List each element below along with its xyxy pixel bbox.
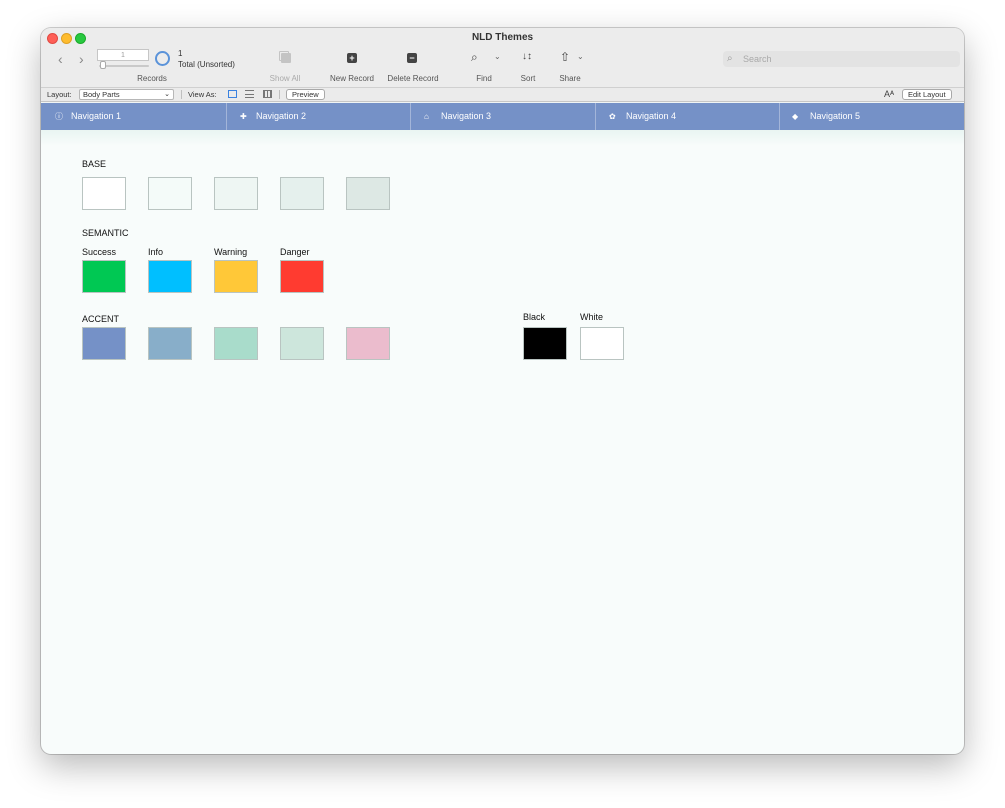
info-icon: ⓘ [55,112,63,121]
app-window: NLD Themes ‹ › 1 1 Total (Unsorted) Reco… [41,28,964,754]
nav-item-label: Navigation 3 [441,111,492,121]
record-progress-icon [155,51,170,66]
black-label: Black [523,312,546,322]
delete-record-button[interactable]: Delete Record [383,74,443,83]
edit-layout-button[interactable]: Edit Layout [902,89,952,100]
nav-item-5[interactable]: ◆ Navigation 5 [779,103,964,130]
search-placeholder: Search [743,54,772,64]
record-count: 1 [178,49,183,58]
text-format-icon[interactable]: Aᴬ [884,89,894,99]
base-swatch [280,177,324,210]
record-slider-track[interactable] [99,65,149,67]
warning-label: Warning [214,247,248,257]
view-as-label: View As: [188,90,217,99]
cube-icon: ◆ [792,112,799,121]
previous-record-icon[interactable]: ‹ [58,52,63,66]
navigation-bar: ⓘ Navigation 1 ✚ Navigation 2 ⌂ Navigati… [41,103,964,130]
danger-label: Danger [280,247,310,257]
search-input[interactable]: ⌕ Search [723,51,960,67]
danger-swatch [280,260,324,293]
nav-item-1[interactable]: ⓘ Navigation 1 [41,103,226,130]
view-as-table-icon[interactable] [263,90,272,98]
semantic-section-title: SEMANTIC [82,228,129,238]
sort-icon[interactable]: ↓↕ [522,50,532,64]
nav-item-2[interactable]: ✚ Navigation 2 [226,103,410,130]
search-icon: ⌕ [727,53,733,64]
record-slider-handle[interactable] [100,61,106,69]
success-label: Success [82,247,117,257]
base-section-title: BASE [82,159,107,169]
show-all-icon[interactable] [279,51,291,63]
accent-swatch [148,327,192,360]
layout-bar-divider [279,90,280,99]
share-icon[interactable]: ⇧ [560,50,570,64]
layout-label: Layout: [47,90,72,99]
gear-icon: ✿ [609,112,616,121]
new-record-button[interactable]: New Record [325,74,379,83]
title-bar: NLD Themes ‹ › 1 1 Total (Unsorted) Reco… [41,28,964,87]
delete-record-icon[interactable]: − [407,53,417,63]
record-total-label: Total (Unsorted) [178,60,235,69]
black-swatch [523,327,567,360]
accent-swatch [280,327,324,360]
base-swatch [148,177,192,210]
accent-swatch [346,327,390,360]
share-dropdown-chevron-icon[interactable]: ⌄ [577,52,584,61]
nav-item-4[interactable]: ✿ Navigation 4 [595,103,779,130]
find-button[interactable]: Find [473,74,495,83]
success-swatch [82,260,126,293]
accent-swatch [82,327,126,360]
sort-button[interactable]: Sort [517,74,539,83]
nav-item-3[interactable]: ⌂ Navigation 3 [410,103,595,130]
accent-section-title: ACCENT [82,314,120,324]
next-record-icon[interactable]: › [79,52,84,66]
layout-select-value: Body Parts [83,90,120,99]
accent-swatch [214,327,258,360]
base-swatch [82,177,126,210]
white-label: White [580,312,604,322]
view-as-form-icon[interactable] [228,90,237,98]
record-number-input[interactable]: 1 [97,49,149,61]
view-as-list-icon[interactable] [245,90,254,98]
info-swatch [148,260,192,293]
nav-item-label: Navigation 4 [626,111,677,121]
base-swatch [346,177,390,210]
nav-item-label: Navigation 2 [256,111,307,121]
home-icon: ⌂ [424,112,429,121]
chevron-down-icon: ⌄ [164,91,170,98]
window-title: NLD Themes [471,32,534,43]
find-dropdown-chevron-icon[interactable]: ⌄ [494,52,501,61]
layout-bar: Layout: Body Parts ⌄ View As: Preview Aᴬ… [41,87,964,102]
layout-bar-divider [181,90,182,99]
records-label: Records [137,74,167,83]
nav-item-label: Navigation 5 [810,111,861,121]
plus-icon: ✚ [240,112,247,121]
find-icon[interactable]: ⌕ [471,50,478,64]
preview-button[interactable]: Preview [286,89,325,100]
content-header-strip [41,130,964,146]
nav-item-label: Navigation 1 [71,111,122,121]
new-record-icon[interactable]: + [347,53,357,63]
show-all-button[interactable]: Show All [263,74,307,83]
white-swatch [580,327,624,360]
share-button[interactable]: Share [558,74,582,83]
base-swatch [214,177,258,210]
warning-swatch [214,260,258,293]
info-label: Info [148,247,164,257]
layout-select[interactable]: Body Parts ⌄ [79,89,174,100]
